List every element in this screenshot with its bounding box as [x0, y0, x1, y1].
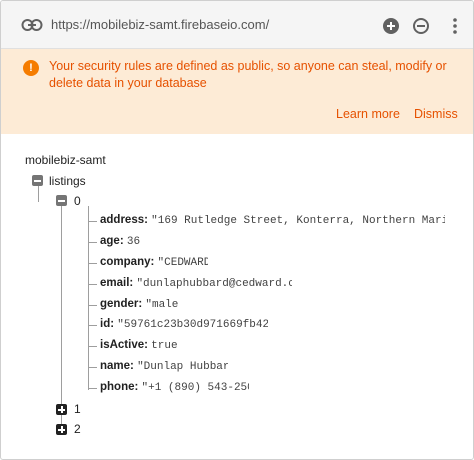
data-tree: mobilebiz-samt listings 0 address: "169 … — [1, 134, 473, 459]
add-icon[interactable] — [383, 18, 399, 34]
node-label-listings[interactable]: listings — [49, 174, 86, 188]
tree-root-label[interactable]: mobilebiz-samt — [25, 153, 106, 167]
tree-connector — [61, 206, 62, 430]
node-label-1[interactable]: 1 — [74, 402, 81, 416]
field-phone[interactable]: phone: "+1 (890) 543-2508 — [100, 381, 249, 394]
field-value: true — [151, 340, 178, 352]
field-key: email: — [100, 277, 134, 289]
field-value: "169 Rutledge Street, Konterra, Northern… — [151, 215, 445, 227]
field-key: gender: — [100, 298, 143, 310]
field-key: id: — [100, 318, 115, 330]
link-icon — [21, 19, 43, 31]
more-icon[interactable] — [445, 16, 465, 36]
database-panel: https://mobilebiz-samt.firebaseio.com/ !… — [0, 0, 474, 460]
field-value: 36 — [126, 236, 140, 248]
field-value: "Dunlap Hubbarc — [137, 361, 228, 373]
tree-connector — [88, 242, 97, 243]
remove-icon[interactable] — [413, 18, 429, 34]
dismiss-button[interactable]: Dismiss — [414, 107, 458, 121]
expand-node-2-toggle[interactable] — [56, 424, 67, 435]
tree-connector — [88, 263, 97, 264]
field-key: address: — [100, 214, 148, 226]
warning-message: Your security rules are defined as publi… — [49, 59, 447, 90]
node-label-2[interactable]: 2 — [74, 422, 81, 436]
field-name[interactable]: name: "Dunlap Hubbarc — [100, 360, 228, 373]
field-value: "dunlaphubbard@cedward.cc — [136, 278, 292, 290]
field-value: "male — [145, 299, 178, 311]
security-warning-banner: ! Your security rules are defined as pub… — [1, 49, 473, 134]
field-address[interactable]: address: "169 Rutledge Street, Konterra,… — [100, 214, 445, 227]
warning-icon: ! — [23, 60, 39, 76]
learn-more-button[interactable]: Learn more — [336, 107, 400, 121]
tree-connector — [38, 186, 39, 202]
field-gender[interactable]: gender: "male — [100, 298, 178, 311]
node-label-0[interactable]: 0 — [74, 194, 81, 208]
field-value: "CEDWARD — [157, 257, 208, 269]
field-key: age: — [100, 235, 124, 247]
tree-connector — [88, 325, 97, 326]
field-isactive[interactable]: isActive: true — [100, 339, 187, 352]
field-value: "59761c23b30d971669fb42f — [117, 319, 268, 331]
tree-connector — [88, 206, 89, 390]
field-age[interactable]: age: 36 — [100, 235, 140, 248]
database-url[interactable]: https://mobilebiz-samt.firebaseio.com/ — [51, 17, 269, 32]
tree-connector — [88, 305, 97, 306]
tree-connector — [88, 388, 97, 389]
field-company[interactable]: company: "CEDWARD — [100, 256, 208, 269]
field-key: company: — [100, 256, 155, 268]
field-email[interactable]: email: "dunlaphubbard@cedward.cc — [100, 277, 292, 290]
field-value: "+1 (890) 543-2508 — [141, 382, 249, 394]
field-key: name: — [100, 360, 134, 372]
tree-connector — [88, 221, 97, 222]
collapse-node-0-toggle[interactable] — [56, 195, 67, 206]
tree-connector — [88, 367, 97, 368]
field-id[interactable]: id: "59761c23b30d971669fb42f — [100, 318, 268, 331]
field-key: phone: — [100, 381, 139, 393]
tree-connector — [88, 284, 97, 285]
collapse-listings-toggle[interactable] — [32, 175, 43, 186]
url-bar: https://mobilebiz-samt.firebaseio.com/ — [1, 1, 473, 49]
expand-node-1-toggle[interactable] — [56, 404, 67, 415]
tree-connector — [88, 346, 97, 347]
field-key: isActive: — [100, 339, 148, 351]
